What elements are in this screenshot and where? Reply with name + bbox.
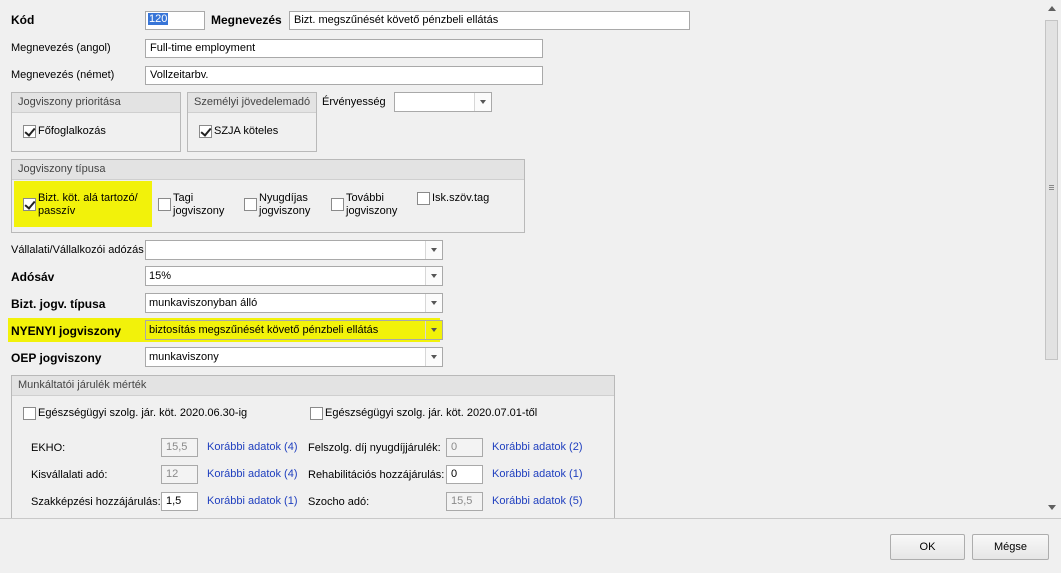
- szja-title: Személyi jövedelemadó: [188, 93, 316, 113]
- tipus-tovabbi-line1: További: [346, 192, 384, 204]
- tipus-tovabbi-checkbox[interactable]: [331, 198, 344, 211]
- kisv-label: Kisvállalati adó:: [31, 469, 108, 481]
- nyenyi-value: biztosítás megszűnését követő pénzbeli e…: [149, 324, 379, 336]
- szocho-input[interactable]: 15,5: [446, 492, 483, 511]
- szocho-label: Szocho adó:: [308, 496, 370, 508]
- felszolg-link[interactable]: Korábbi adatok (2): [492, 441, 583, 453]
- scroll-up-icon[interactable]: [1048, 6, 1056, 11]
- tipus-nyugdijas-checkbox[interactable]: [244, 198, 257, 211]
- megnevezes-label: Megnevezés: [211, 13, 282, 27]
- szja-checkbox[interactable]: [199, 125, 212, 138]
- vertical-scrollbar[interactable]: [1044, 0, 1059, 518]
- felszolg-label: Felszolg. díj nyugdíjjárulék:: [308, 442, 441, 454]
- tipus-tagi-checkbox[interactable]: [158, 198, 171, 211]
- prioritas-group: Jogviszony prioritása Főfoglalkozás: [11, 92, 181, 152]
- eg-before-checkbox[interactable]: [23, 407, 36, 420]
- kod-input[interactable]: 120: [145, 11, 205, 30]
- rehab-input[interactable]: 0: [446, 465, 483, 484]
- angol-label: Megnevezés (angol): [11, 42, 111, 54]
- tipus-title: Jogviszony típusa: [12, 160, 524, 180]
- fofoglalkozas-label: Főfoglalkozás: [38, 125, 106, 137]
- tipus-nyugdijas-line2: jogviszony: [259, 205, 311, 217]
- tipus-tagi-line2: jogviszony: [173, 205, 225, 217]
- button-bar: OK Mégse: [0, 518, 1061, 573]
- bizt-tipusa-combo[interactable]: munkaviszonyban álló: [145, 293, 443, 313]
- kisv-input[interactable]: 12: [161, 465, 198, 484]
- fofoglalkozas-checkbox[interactable]: [23, 125, 36, 138]
- eg-before-label: Egészségügyi szolg. jár. köt. 2020.06.30…: [38, 407, 248, 419]
- ekho-input[interactable]: 15,5: [161, 438, 198, 457]
- rehab-link[interactable]: Korábbi adatok (1): [492, 468, 583, 480]
- tipus-nyugdijas-line1: Nyugdíjas: [259, 192, 308, 204]
- szja-group: Személyi jövedelemadó SZJA köteles: [187, 92, 317, 152]
- prioritas-title: Jogviszony prioritása: [12, 93, 180, 113]
- nyenyi-label: NYENYI jogviszony: [11, 324, 122, 338]
- kod-label: Kód: [11, 13, 35, 27]
- oep-combo[interactable]: munkaviszony: [145, 347, 443, 367]
- felszolg-input[interactable]: 0: [446, 438, 483, 457]
- szakk-label: Szakképzési hozzájárulás:: [31, 496, 161, 508]
- vallalati-combo[interactable]: [145, 240, 443, 260]
- vallalati-label: Vállalati/Vállalkozói adózás: [11, 244, 144, 256]
- tipus-isk-label: Isk.szöv.tag: [432, 192, 490, 204]
- munkaltatoi-title: Munkáltatói járulék mérték: [12, 376, 614, 396]
- chevron-down-icon[interactable]: [425, 321, 442, 339]
- tipus-tagi-label: Tagi jogviszony: [173, 192, 224, 218]
- nemet-input[interactable]: Vollzeitarbv.: [145, 66, 543, 85]
- ok-button[interactable]: OK: [890, 534, 965, 560]
- rehab-label: Rehabilitációs hozzájárulás:: [308, 469, 445, 481]
- tipus-tovabbi-line2: jogviszony: [346, 205, 398, 217]
- chevron-down-icon[interactable]: [425, 294, 442, 312]
- ekho-link[interactable]: Korábbi adatok (4): [207, 441, 298, 453]
- nemet-label: Megnevezés (német): [11, 69, 115, 81]
- tipus-nyugdijas-label: Nyugdíjas jogviszony: [259, 192, 310, 218]
- bizt-tipusa-value: munkaviszonyban álló: [149, 297, 258, 309]
- ervenyesseg-combo[interactable]: [394, 92, 492, 112]
- adosav-value: 15%: [149, 270, 172, 282]
- scroll-thumb[interactable]: [1045, 20, 1058, 360]
- tipus-isk-checkbox[interactable]: [417, 192, 430, 205]
- ekho-label: EKHO:: [31, 442, 66, 454]
- kisv-link[interactable]: Korábbi adatok (4): [207, 468, 298, 480]
- szocho-link[interactable]: Korábbi adatok (5): [492, 495, 583, 507]
- tipus-tovabbi-label: További jogviszony: [346, 192, 397, 218]
- bizt-tipusa-label: Bizt. jogv. típusa: [11, 297, 106, 311]
- oep-value: munkaviszony: [149, 351, 219, 363]
- chevron-down-icon[interactable]: [425, 348, 442, 366]
- chevron-down-icon[interactable]: [425, 267, 442, 285]
- tipus-bizt-line1: Bizt. köt. alá tartozó/: [38, 192, 138, 204]
- scroll-down-icon[interactable]: [1048, 505, 1056, 510]
- eg-after-label: Egészségügyi szolg. jár. köt. 2020.07.01…: [325, 407, 538, 419]
- cancel-button[interactable]: Mégse: [972, 534, 1049, 560]
- adosav-combo[interactable]: 15%: [145, 266, 443, 286]
- munkaltatoi-group: Munkáltatói járulék mérték: [11, 375, 615, 535]
- ervenyesseg-label: Érvényesség: [322, 96, 386, 108]
- szakk-link[interactable]: Korábbi adatok (1): [207, 495, 298, 507]
- tipus-tagi-line1: Tagi: [173, 192, 194, 204]
- eg-after-checkbox[interactable]: [310, 407, 323, 420]
- kod-value: 120: [148, 13, 169, 25]
- oep-label: OEP jogviszony: [11, 351, 102, 365]
- chevron-down-icon[interactable]: [474, 93, 491, 111]
- szakk-input[interactable]: 1,5: [161, 492, 198, 511]
- megnevezes-input[interactable]: Bizt. megszűnését követő pénzbeli ellátá…: [289, 11, 690, 30]
- tipus-bizt-checkbox[interactable]: [23, 198, 36, 211]
- szja-label: SZJA köteles: [214, 125, 279, 137]
- adosav-label: Adósáv: [11, 270, 55, 284]
- grip-icon: [1049, 185, 1054, 186]
- chevron-down-icon[interactable]: [425, 241, 442, 259]
- nyenyi-combo[interactable]: biztosítás megszűnését követő pénzbeli e…: [145, 320, 443, 340]
- tipus-bizt-label: Bizt. köt. alá tartozó/ passzív: [38, 192, 138, 218]
- angol-input[interactable]: Full-time employment: [145, 39, 543, 58]
- tipus-bizt-line2: passzív: [38, 205, 76, 217]
